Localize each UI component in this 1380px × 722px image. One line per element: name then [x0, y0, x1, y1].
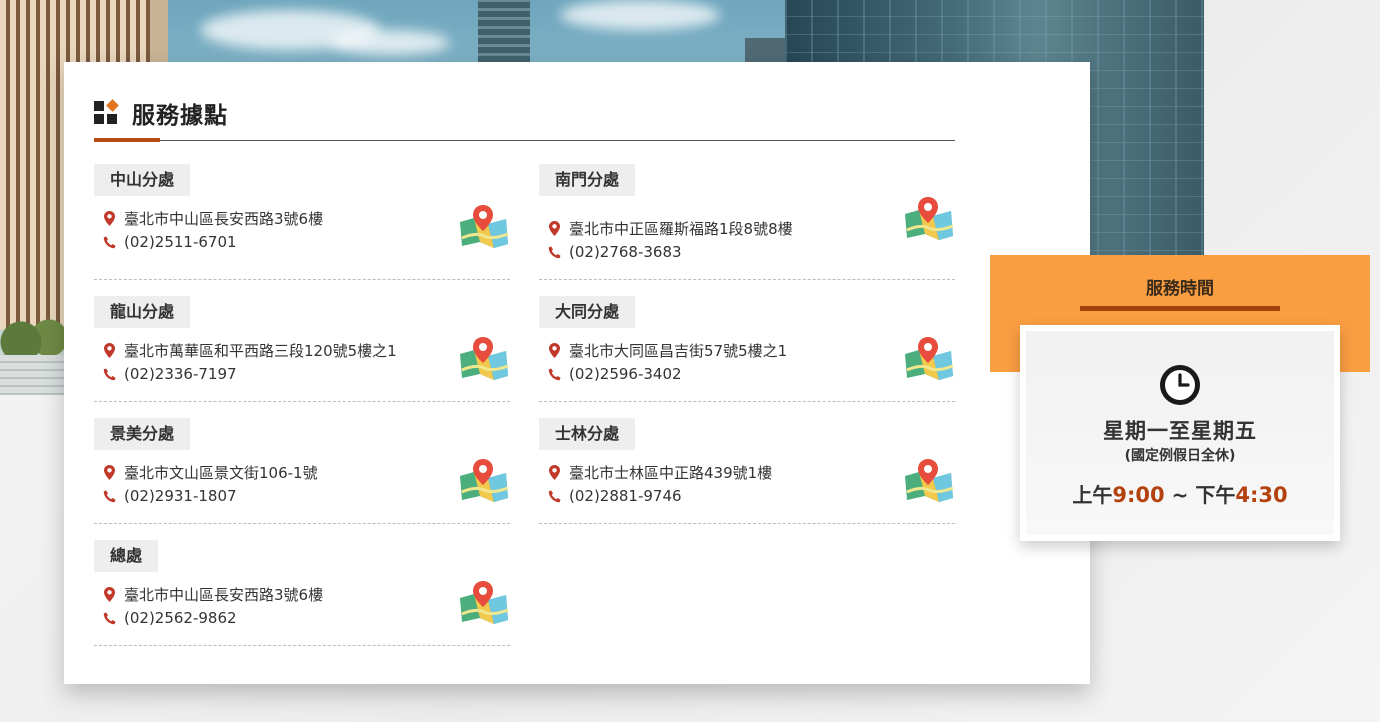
time-separator: ~: [1164, 483, 1196, 507]
map-pin-icon[interactable]: [458, 458, 510, 504]
office-address-text: 臺北市中正區羅斯福路1段8號8樓: [569, 220, 793, 238]
service-hours-box: 星期一至星期五 (國定例假日全休) 上午9:00 ~ 下午4:30: [1020, 325, 1340, 541]
office-address-text: 臺北市中山區長安西路3號6樓: [124, 210, 324, 228]
map-marker-icon: [102, 211, 116, 227]
office-address-text: 臺北市中山區長安西路3號6樓: [124, 586, 324, 604]
office-address: 臺北市中山區長安西路3號6樓: [102, 584, 323, 605]
clock-icon: [1159, 364, 1201, 406]
office-phone-text[interactable]: (02)2931-1807: [124, 487, 237, 505]
office-item-shilin: 士林分處 臺北市士林區中正路439號1樓 (02)2881-9746: [539, 418, 955, 524]
phone-icon: [547, 488, 561, 504]
office-phone-text[interactable]: (02)2562-9862: [124, 609, 237, 627]
service-hours-title: 服務時間: [1146, 279, 1214, 299]
map-pin-icon[interactable]: [458, 336, 510, 382]
map-marker-icon: [547, 343, 561, 359]
map-marker-icon: [547, 221, 561, 237]
open-time: 9:00: [1112, 483, 1165, 507]
divider: [94, 140, 955, 141]
office-name: 景美分處: [94, 418, 191, 450]
phone-icon: [102, 610, 116, 626]
office-address: 臺北市中山區長安西路3號6樓: [102, 208, 323, 229]
office-address-text: 臺北市大同區昌吉街57號5樓之1: [569, 342, 788, 360]
phone-icon: [547, 244, 561, 260]
map-pin-icon[interactable]: [903, 196, 955, 242]
office-address: 臺北市大同區昌吉街57號5樓之1: [547, 340, 787, 361]
office-name: 南門分處: [539, 164, 636, 196]
service-hours-underline: [1080, 306, 1280, 311]
office-item-zhongshan: 中山分處 臺北市中山區長安西路3號6樓 (02)2511-6701: [94, 164, 510, 280]
phone-icon: [102, 488, 116, 504]
office-name: 龍山分處: [94, 296, 191, 328]
office-address-text: 臺北市士林區中正路439號1樓: [569, 464, 773, 482]
service-time: 上午9:00 ~ 下午4:30: [1026, 479, 1334, 508]
service-locations-card: 服務據點 中山分處 臺北市中山區長安西路3號6樓 (02)2511-6701 南…: [64, 62, 1090, 684]
office-phone: (02)2768-3683: [547, 243, 682, 261]
office-item-headquarters: 總處 臺北市中山區長安西路3號6樓 (02)2562-9862: [94, 540, 510, 646]
section-heading: 服務據點: [94, 96, 228, 130]
section-title: 服務據點: [132, 103, 228, 129]
office-item-datong: 大同分處 臺北市大同區昌吉街57號5樓之1 (02)2596-3402: [539, 296, 955, 402]
phone-icon: [102, 366, 116, 382]
map-marker-icon: [102, 465, 116, 481]
office-name: 大同分處: [539, 296, 636, 328]
map-marker-icon: [102, 343, 116, 359]
office-item-nanmen: 南門分處 臺北市中正區羅斯福路1段8號8樓 (02)2768-3683: [539, 164, 955, 280]
map-pin-icon[interactable]: [458, 204, 510, 250]
office-phone: (02)2511-6701: [102, 233, 237, 251]
office-phone-text[interactable]: (02)2596-3402: [569, 365, 682, 383]
map-pin-icon[interactable]: [903, 336, 955, 382]
office-address-text: 臺北市萬華區和平西路三段120號5樓之1: [124, 342, 397, 360]
office-address-text: 臺北市文山區景文街106-1號: [124, 464, 318, 482]
map-marker-icon: [547, 465, 561, 481]
office-name: 中山分處: [94, 164, 191, 196]
service-days: 星期一至星期五: [1103, 419, 1257, 443]
office-address: 臺北市中正區羅斯福路1段8號8樓: [547, 218, 793, 239]
map-pin-icon[interactable]: [903, 458, 955, 504]
office-phone-text[interactable]: (02)2336-7197: [124, 365, 237, 383]
office-phone: (02)2562-9862: [102, 609, 237, 627]
office-name: 總處: [94, 540, 159, 572]
close-time: 4:30: [1235, 483, 1288, 507]
office-item-jingmei: 景美分處 臺北市文山區景文街106-1號 (02)2931-1807: [94, 418, 510, 524]
office-name: 士林分處: [539, 418, 636, 450]
office-phone-text[interactable]: (02)2511-6701: [124, 233, 237, 251]
am-label: 上午: [1072, 483, 1113, 507]
phone-icon: [102, 234, 116, 250]
map-pin-icon[interactable]: [458, 580, 510, 626]
office-item-longshan: 龍山分處 臺北市萬華區和平西路三段120號5樓之1 (02)2336-7197: [94, 296, 510, 402]
office-phone: (02)2596-3402: [547, 365, 682, 383]
office-phone-text[interactable]: (02)2768-3683: [569, 243, 682, 261]
office-phone-text[interactable]: (02)2881-9746: [569, 487, 682, 505]
office-phone: (02)2336-7197: [102, 365, 237, 383]
office-phone: (02)2881-9746: [547, 487, 682, 505]
grid-logo-icon: [94, 99, 119, 125]
office-address: 臺北市士林區中正路439號1樓: [547, 462, 772, 483]
office-phone: (02)2931-1807: [102, 487, 237, 505]
phone-icon: [547, 366, 561, 382]
pm-label: 下午: [1195, 483, 1236, 507]
office-address: 臺北市文山區景文街106-1號: [102, 462, 318, 483]
map-marker-icon: [102, 587, 116, 603]
office-address: 臺北市萬華區和平西路三段120號5樓之1: [102, 340, 397, 361]
holiday-note: (國定例假日全休): [1124, 448, 1236, 464]
divider-accent: [94, 138, 160, 142]
